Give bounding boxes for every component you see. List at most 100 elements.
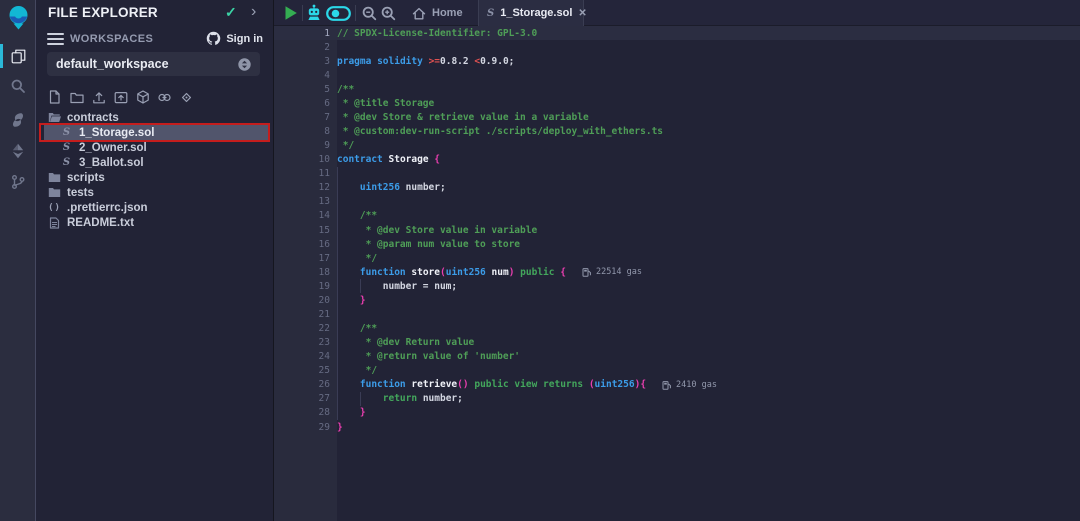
code-line-14[interactable]: 14 /** (274, 209, 1080, 223)
selected-row-highlight (44, 125, 270, 140)
tab-home[interactable]: Home (402, 0, 473, 26)
code-line-8[interactable]: 8 * @custom:dev-run-script ./scripts/dep… (274, 124, 1080, 138)
gas-estimate-badge: 22514 gas (582, 267, 642, 277)
upload-folder-icon[interactable] (113, 89, 128, 105)
chevron-right-icon[interactable]: › (251, 3, 256, 21)
workspaces-menu-icon[interactable] (47, 33, 64, 48)
toolbar-separator (355, 5, 356, 21)
code-line-16[interactable]: 16 * @param num value to store (274, 237, 1080, 251)
new-folder-icon[interactable] (69, 89, 84, 105)
code-text: * @dev Return value (337, 337, 474, 348)
file-explorer-icon[interactable] (0, 42, 36, 70)
script-diamond-icon[interactable] (179, 89, 194, 105)
code-line-13[interactable]: 13 (274, 195, 1080, 209)
code-text: return number; (337, 393, 463, 404)
code-text: * @dev Store value in variable (337, 225, 537, 236)
line-number: 14 (274, 210, 330, 221)
remix-logo[interactable] (0, 3, 36, 31)
new-file-icon[interactable] (47, 89, 62, 105)
line-number: 21 (274, 309, 330, 320)
code-line-9[interactable]: 9 */ (274, 139, 1080, 153)
file-tree-item-3-ballot-sol[interactable]: S3_Ballot.sol (37, 155, 273, 170)
file-tree-item-readme-txt[interactable]: README.txt (37, 215, 273, 230)
file-tree: contractsS1_Storage.solS2_Owner.solS3_Ba… (37, 110, 273, 230)
file-tree-item-2-owner-sol[interactable]: S2_Owner.sol (37, 140, 273, 155)
code-line-29[interactable]: 29} (274, 420, 1080, 434)
home-tab-label: Home (432, 7, 463, 19)
code-line-11[interactable]: 11 (274, 167, 1080, 181)
code-line-18[interactable]: 18 function store(uint256 num) public {2… (274, 265, 1080, 279)
file-tree-label: .prettierrc.json (67, 202, 148, 214)
line-number: 17 (274, 253, 330, 264)
search-icon[interactable] (0, 72, 36, 100)
code-text: * @return value of 'number' (337, 351, 520, 362)
folder-closed-icon (48, 172, 61, 183)
file-tree-item-contracts[interactable]: contracts (37, 110, 273, 125)
github-sign-in-button[interactable]: Sign in (206, 31, 263, 46)
gas-estimate-badge: 2410 gas (662, 380, 717, 390)
editor-region: Home S 1_Storage.sol ✕ 1// SPDX-License-… (274, 0, 1080, 521)
code-line-24[interactable]: 24 * @return value of 'number' (274, 350, 1080, 364)
run-script-button[interactable] (283, 0, 299, 26)
deploy-run-icon[interactable] (0, 137, 36, 165)
code-line-19[interactable]: 19 number = num; (274, 279, 1080, 293)
code-text: * @title Storage (337, 98, 434, 109)
code-line-10[interactable]: 10contract Storage { (274, 153, 1080, 167)
panel-title: FILE EXPLORER (48, 5, 158, 20)
zoom-out-icon[interactable] (360, 0, 378, 26)
code-text: } (337, 407, 366, 418)
code-line-28[interactable]: 28 } (274, 406, 1080, 420)
text-file-icon (48, 217, 61, 229)
code-editor[interactable]: 1// SPDX-License-Identifier: GPL-3.023pr… (274, 26, 1080, 521)
code-line-23[interactable]: 23 * @dev Return value (274, 336, 1080, 350)
code-line-25[interactable]: 25 */ (274, 364, 1080, 378)
code-line-12[interactable]: 12 uint256 number; (274, 181, 1080, 195)
upload-file-icon[interactable] (91, 89, 106, 105)
code-line-15[interactable]: 15 * @dev Store value in variable (274, 223, 1080, 237)
line-number: 3 (274, 56, 330, 67)
workspace-stepper-icon[interactable] (238, 58, 251, 71)
line-number: 24 (274, 351, 330, 362)
code-line-6[interactable]: 6 * @title Storage (274, 96, 1080, 110)
ai-toggle-switch[interactable] (325, 0, 351, 26)
code-line-7[interactable]: 7 * @dev Store & retrieve value in a var… (274, 110, 1080, 124)
code-line-21[interactable]: 21 (274, 307, 1080, 321)
code-line-5[interactable]: 5/** (274, 82, 1080, 96)
workspace-select[interactable]: default_workspace (47, 52, 260, 76)
code-line-27[interactable]: 27 return number; (274, 392, 1080, 406)
code-line-1[interactable]: 1// SPDX-License-Identifier: GPL-3.0 (274, 26, 1080, 40)
file-tree-label: tests (67, 187, 94, 199)
code-line-3[interactable]: 3pragma solidity >=0.8.2 <0.9.0; (274, 54, 1080, 68)
git-icon[interactable] (0, 168, 36, 196)
code-line-22[interactable]: 22 /** (274, 321, 1080, 335)
file-tree-label: README.txt (67, 217, 134, 229)
tab-storage-sol[interactable]: S 1_Storage.sol ✕ (478, 0, 584, 26)
file-tree-item-scripts[interactable]: scripts (37, 170, 273, 185)
file-tree-item-1-storage-sol[interactable]: S1_Storage.sol (37, 125, 273, 140)
check-icon[interactable]: ✓ (225, 4, 237, 21)
folder-closed-icon (48, 187, 61, 198)
code-text: uint256 number; (337, 182, 446, 193)
folder-open-icon (48, 112, 61, 123)
file-tree-label: 2_Owner.sol (79, 142, 147, 154)
line-number: 23 (274, 337, 330, 348)
solidity-compiler-icon[interactable] (0, 106, 36, 134)
workspaces-row: WORKSPACES Sign in (37, 31, 273, 48)
file-tree-item-tests[interactable]: tests (37, 185, 273, 200)
code-text: /** (337, 84, 354, 95)
zoom-in-icon[interactable] (379, 0, 397, 26)
link-icon[interactable] (157, 89, 172, 105)
code-line-26[interactable]: 26 function retrieve() public view retur… (274, 378, 1080, 392)
toolbar-separator (302, 5, 303, 21)
code-line-20[interactable]: 20 } (274, 293, 1080, 307)
close-tab-icon[interactable]: ✕ (578, 8, 586, 19)
solidity-file-icon: S (487, 8, 494, 19)
tab-bar: Home S 1_Storage.sol ✕ (274, 0, 1080, 26)
ai-assistant-icon[interactable] (305, 0, 323, 26)
cube-icon[interactable] (135, 89, 150, 105)
file-tree-item--prettierrc-json[interactable]: ().prettierrc.json (37, 200, 273, 215)
home-icon (412, 7, 426, 20)
code-line-4[interactable]: 4 (274, 68, 1080, 82)
code-line-17[interactable]: 17 */ (274, 251, 1080, 265)
code-line-2[interactable]: 2 (274, 40, 1080, 54)
